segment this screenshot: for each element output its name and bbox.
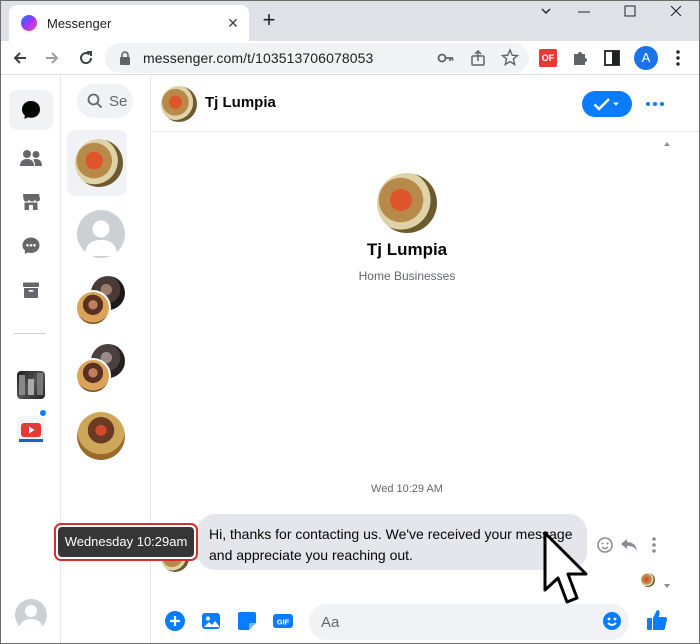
message-input-placeholder: Aa [321, 613, 340, 631]
more-options-icon[interactable] [643, 92, 667, 116]
left-navigation [1, 76, 61, 643]
chat-avatar-group-front [75, 290, 111, 326]
browser-menu-icon[interactable] [665, 45, 691, 71]
profile-avatar[interactable]: A [634, 46, 658, 70]
maximize-button[interactable] [607, 1, 653, 31]
chevron-down-icon [613, 102, 619, 106]
back-arrow-icon[interactable] [7, 45, 33, 71]
chat-item-3[interactable] [67, 272, 127, 338]
reload-icon[interactable] [73, 45, 99, 71]
user-avatar[interactable] [15, 599, 47, 631]
profile-category: Home Businesses [358, 269, 456, 283]
message-timestamp: Wed 10:29 AM [371, 483, 443, 495]
people-icon [20, 150, 42, 166]
extension-of-icon[interactable]: OF [539, 49, 557, 67]
nav-people[interactable] [9, 138, 53, 178]
new-tab-button[interactable]: + [257, 9, 281, 33]
mark-done-button[interactable] [582, 91, 632, 117]
shop-icon [23, 194, 40, 210]
lock-icon [120, 51, 130, 65]
emoji-icon[interactable] [601, 610, 623, 632]
scrollbar[interactable] [663, 140, 671, 590]
nav-chats[interactable] [9, 90, 53, 130]
nav-divider [14, 333, 46, 334]
bookmark-star-icon[interactable] [499, 47, 521, 69]
conversation-panel: Tj Lumpia Tj Lumpia Home Businesses Wed … [151, 76, 699, 643]
header-avatar[interactable] [161, 86, 197, 122]
browser-toolbar: messenger.com/t/103513706078053 OF A [1, 41, 699, 75]
close-window-button[interactable] [653, 1, 699, 31]
minimize-button[interactable] [561, 1, 607, 31]
tab-strip: Messenger ✕ + [1, 1, 699, 41]
profile-avatar-large [377, 173, 437, 233]
chat-avatar-group-front [75, 358, 111, 394]
gif-icon[interactable]: GIF [272, 610, 294, 632]
reply-icon[interactable] [618, 534, 640, 556]
conversation-header: Tj Lumpia [151, 76, 699, 132]
archive-icon [23, 282, 39, 298]
tab-title: Messenger [47, 15, 112, 31]
like-thumbs-up-icon[interactable] [645, 608, 669, 632]
message-input[interactable]: Aa [309, 604, 629, 640]
add-plus-icon[interactable] [164, 610, 186, 632]
tab-messenger[interactable]: Messenger ✕ [9, 5, 249, 41]
unread-dot-icon [39, 409, 47, 417]
timestamp-tooltip: Wednesday 10:29am [54, 523, 198, 561]
react-emoji-icon[interactable] [594, 534, 616, 556]
tab-close-icon[interactable]: ✕ [225, 15, 241, 32]
chat-bubble-icon [22, 101, 40, 119]
photo-icon[interactable] [200, 610, 222, 632]
key-icon[interactable] [435, 47, 457, 69]
community-thumbnail-youtube[interactable] [17, 416, 45, 444]
chat-item-tj-lumpia[interactable] [67, 130, 127, 196]
side-panel-icon[interactable] [599, 45, 625, 71]
contact-name[interactable]: Tj Lumpia [205, 94, 276, 111]
community-thumbnail-dark[interactable] [17, 371, 45, 399]
search-icon [87, 93, 103, 109]
message-requests-icon [22, 237, 40, 254]
profile-name: Tj Lumpia [366, 240, 448, 259]
tooltip-text: Wednesday 10:29am [58, 527, 194, 557]
chat-item-4[interactable] [67, 340, 127, 406]
search-input[interactable]: Se [77, 84, 133, 118]
sticker-icon[interactable] [236, 610, 258, 632]
chat-avatar-default [77, 210, 125, 258]
search-placeholder: Se [109, 92, 128, 110]
chat-avatar-pirate [77, 412, 125, 460]
svg-text:GIF: GIF [277, 618, 290, 627]
message-composer: GIF Aa [151, 600, 699, 643]
chat-item-5[interactable] [67, 408, 127, 474]
url-text: messenger.com/t/103513706078053 [143, 50, 374, 66]
address-bar[interactable]: messenger.com/t/103513706078053 [105, 43, 529, 73]
nav-requests[interactable] [9, 226, 53, 266]
share-icon[interactable] [467, 47, 489, 69]
mouse-pointer-icon [542, 530, 592, 608]
chat-avatar-food [75, 139, 123, 187]
nav-archive[interactable] [9, 270, 53, 310]
seen-indicator-avatar [641, 573, 655, 587]
nav-marketplace[interactable] [9, 182, 53, 222]
forward-arrow-icon[interactable] [39, 45, 65, 71]
chat-item-2[interactable] [67, 202, 127, 268]
checkmark-icon [593, 98, 610, 111]
messenger-favicon-icon [21, 15, 37, 31]
extensions-puzzle-icon[interactable] [567, 45, 593, 71]
message-bubble[interactable]: Hi, thanks for contacting us. We've rece… [197, 514, 587, 570]
browser-window: Messenger ✕ + messenger.com/t/1035137060… [0, 0, 700, 644]
message-more-icon[interactable] [643, 534, 665, 556]
